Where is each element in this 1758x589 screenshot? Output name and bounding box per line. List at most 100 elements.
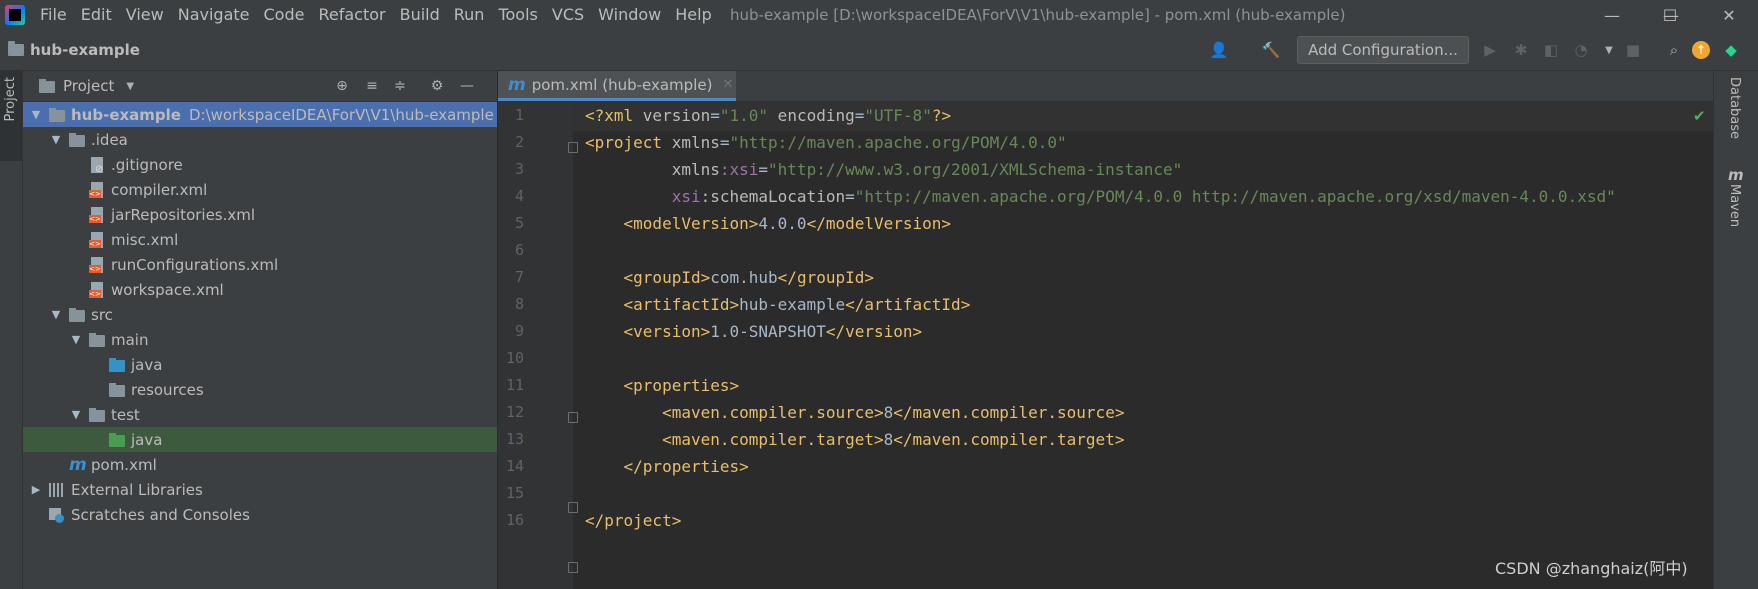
add-configuration-button[interactable]: Add Configuration... xyxy=(1297,36,1469,64)
tree-item-label: runConfigurations.xml xyxy=(111,255,279,274)
code-token: "UTF-8" xyxy=(864,106,932,125)
code-line-3: xmlns:xsi="http://www.w3.org/2001/XMLSch… xyxy=(585,160,1183,179)
scratches-icon xyxy=(49,507,65,523)
code-token: </version> xyxy=(825,322,923,341)
collapse-all-icon[interactable]: ≑ xyxy=(391,77,409,95)
menu-vcs[interactable]: VCS xyxy=(545,0,591,30)
fold-marker-icon[interactable] xyxy=(568,142,578,153)
close-icon[interactable]: ✕ xyxy=(722,77,733,92)
code-line-7: <groupId>com.hub</groupId> xyxy=(585,268,874,287)
project-panel-header: Project ▼ ⊕ ≡ ≑ ⚙ — xyxy=(23,71,497,102)
build-hammer-icon[interactable]: 🔨 xyxy=(1262,41,1281,59)
project-panel-title[interactable]: Project xyxy=(63,77,114,95)
menu-run[interactable]: Run xyxy=(447,0,492,30)
coverage-icon[interactable]: ◧ xyxy=(1542,41,1560,59)
chevron-right-icon[interactable]: ▶ xyxy=(29,483,43,496)
code-token: "http://www.w3.org/2001/XMLSchema-instan… xyxy=(768,160,1183,179)
project-panel: Project ▼ ⊕ ≡ ≑ ⚙ — ▼ hub-example D:\wor… xyxy=(23,71,498,589)
debug-icon[interactable]: ✱ xyxy=(1512,41,1530,59)
xml-file-icon xyxy=(89,281,105,298)
tree-item-resources[interactable]: resources xyxy=(23,377,497,402)
menu-code[interactable]: Code xyxy=(257,0,312,30)
code-line-9: <version>1.0-SNAPSHOT</version> xyxy=(585,322,923,341)
tree-item-hub-example[interactable]: ▼ hub-example D:\workspaceIDEA\ForV\V1\h… xyxy=(23,102,497,127)
menu-refactor[interactable]: Refactor xyxy=(311,0,392,30)
tree-item-external-libraries[interactable]: ▶ External Libraries xyxy=(23,477,497,502)
close-window-button[interactable]: ✕ xyxy=(1700,0,1758,30)
update-icon[interactable]: ↑ xyxy=(1692,41,1710,59)
tree-item-test-java[interactable]: java xyxy=(23,427,497,452)
code-token: <properties> xyxy=(585,376,740,395)
menu-view[interactable]: View xyxy=(119,0,171,30)
code-line-14: </properties> xyxy=(585,457,749,476)
folder-icon xyxy=(89,407,105,423)
tree-item-idea[interactable]: ▼ .idea xyxy=(23,127,497,152)
menu-tools[interactable]: Tools xyxy=(491,0,544,30)
tree-item-gitignore[interactable]: .gitignore xyxy=(23,152,497,177)
plugin-icon[interactable]: ◆ xyxy=(1722,41,1740,59)
tree-item-src[interactable]: ▼ src xyxy=(23,302,497,327)
tab-label: pom.xml (hub-example) xyxy=(531,75,713,94)
chevron-down-icon[interactable]: ▼ xyxy=(69,408,83,421)
tree-item-scratches[interactable]: Scratches and Consoles xyxy=(23,502,497,527)
code-token: </artifactId> xyxy=(845,295,971,314)
stop-icon[interactable]: ■ xyxy=(1624,41,1642,59)
menu-edit[interactable]: Edit xyxy=(74,0,119,30)
breadcrumb[interactable]: hub-example xyxy=(8,30,140,70)
line-number: 16 xyxy=(505,511,524,529)
chevron-down-icon[interactable]: ▼ xyxy=(126,81,134,92)
menu-build[interactable]: Build xyxy=(393,0,447,30)
tab-pom-xml[interactable]: m pom.xml (hub-example) ✕ xyxy=(498,71,736,101)
chevron-down-icon[interactable]: ▼ xyxy=(29,108,43,121)
code-token: = xyxy=(719,133,730,152)
project-tool-button[interactable]: Project xyxy=(0,71,22,161)
menu-navigate[interactable]: Navigate xyxy=(171,0,257,30)
project-tree: ▼ hub-example D:\workspaceIDEA\ForV\V1\h… xyxy=(23,102,497,527)
xml-file-icon xyxy=(89,206,105,223)
chevron-down-icon[interactable]: ▼ xyxy=(69,333,83,346)
tree-item-main[interactable]: ▼ main xyxy=(23,327,497,352)
expand-all-icon[interactable]: ≡ xyxy=(363,77,381,95)
fold-marker-icon[interactable] xyxy=(568,502,578,513)
tree-item-compiler-xml[interactable]: compiler.xml xyxy=(23,177,497,202)
profile-icon[interactable]: ◔ xyxy=(1572,41,1590,59)
left-tool-strip: Project xyxy=(0,71,23,589)
tree-item-label: main xyxy=(111,330,149,349)
tree-item-runconfigurations-xml[interactable]: runConfigurations.xml xyxy=(23,252,497,277)
chevron-down-icon[interactable]: ▼ xyxy=(49,133,63,146)
maximize-window-button[interactable]: ☐ xyxy=(1641,0,1699,30)
tree-item-main-java[interactable]: java xyxy=(23,352,497,377)
database-tool-label[interactable]: Database xyxy=(1727,77,1742,139)
tree-item-pom-xml[interactable]: m pom.xml xyxy=(23,452,497,477)
line-number: 10 xyxy=(505,349,524,367)
tree-item-label: .idea xyxy=(91,130,128,149)
tree-item-workspace-xml[interactable]: workspace.xml xyxy=(23,277,497,302)
tree-item-misc-xml[interactable]: misc.xml xyxy=(23,227,497,252)
maven-tool-label[interactable]: Maven xyxy=(1727,184,1742,227)
chevron-down-icon[interactable]: ▼ xyxy=(1600,41,1618,59)
search-icon[interactable]: ⌕ xyxy=(1665,41,1683,59)
minimize-window-button[interactable]: — xyxy=(1583,0,1641,30)
tree-item-jarrepositories-xml[interactable]: jarRepositories.xml xyxy=(23,202,497,227)
module-folder-icon xyxy=(8,41,24,56)
user-icon[interactable]: 👤 xyxy=(1210,41,1229,59)
code-token: :schemaLocation xyxy=(700,187,846,206)
menu-file[interactable]: File xyxy=(33,0,74,30)
hide-icon[interactable]: — xyxy=(458,77,476,95)
tree-item-test[interactable]: ▼ test xyxy=(23,402,497,427)
locate-icon[interactable]: ⊕ xyxy=(333,77,351,95)
chevron-down-icon[interactable]: ▼ xyxy=(49,308,63,321)
line-number: 11 xyxy=(505,376,524,394)
menu-window[interactable]: Window xyxy=(591,0,668,30)
fold-marker-icon[interactable] xyxy=(568,562,578,573)
code-token: <?xml xyxy=(585,106,643,125)
tree-item-label: java xyxy=(131,430,163,449)
run-icon[interactable]: ▶ xyxy=(1481,41,1499,59)
code-token: </properties> xyxy=(585,457,749,476)
gear-icon[interactable]: ⚙ xyxy=(428,77,446,95)
fold-marker-icon[interactable] xyxy=(568,412,578,423)
tree-item-label: workspace.xml xyxy=(111,280,224,299)
maven-icon: m xyxy=(69,454,87,475)
line-number: 1 xyxy=(514,106,524,124)
menu-help[interactable]: Help xyxy=(668,0,718,30)
